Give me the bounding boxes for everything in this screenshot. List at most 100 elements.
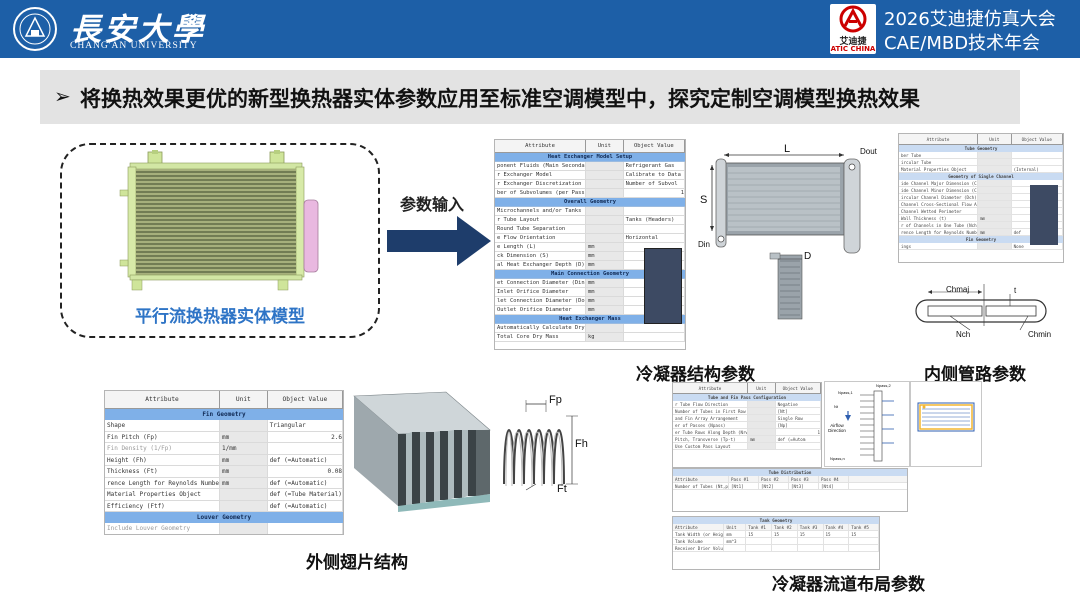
unit-cell[interactable]: mm: [586, 297, 624, 305]
unit-cell[interactable]: [978, 187, 1012, 193]
value-cell[interactable]: [1012, 159, 1063, 165]
tank-value-cell[interactable]: [772, 538, 798, 544]
unit-cell[interactable]: [220, 489, 268, 500]
value-cell[interactable]: [Nt]: [776, 408, 821, 414]
value-cell[interactable]: def (=Automatic): [268, 500, 343, 511]
value-cell[interactable]: Calibrate to Data: [624, 171, 685, 179]
value-cell[interactable]: [624, 207, 685, 215]
unit-cell[interactable]: [747, 408, 776, 414]
dist-row-p2[interactable]: [Nt2]: [759, 483, 789, 489]
value-cell[interactable]: Refrigerant Gas: [624, 162, 685, 170]
unit-cell[interactable]: mm: [586, 243, 624, 251]
unit-cell[interactable]: [747, 401, 776, 407]
tank-value-cell[interactable]: 15: [772, 531, 798, 537]
unit-cell[interactable]: [978, 201, 1012, 207]
unit-cell[interactable]: [586, 225, 624, 233]
value-cell[interactable]: Tanks (Headers): [624, 216, 685, 224]
dist-row-attr: Number of Tubes (Nt,pass): [675, 483, 729, 489]
tank-value-cell[interactable]: [772, 545, 798, 551]
unit-cell[interactable]: mm: [586, 288, 624, 296]
tank-value-cell[interactable]: [746, 538, 773, 544]
tank-unit-cell[interactable]: mm^3: [724, 538, 747, 544]
value-cell[interactable]: Single Row: [776, 415, 821, 421]
value-cell[interactable]: def (=Tube Material): [268, 489, 343, 500]
value-cell[interactable]: [776, 443, 821, 449]
value-cell[interactable]: Number of Subvol: [624, 180, 685, 188]
value-cell[interactable]: 1: [776, 429, 821, 435]
value-cell[interactable]: [Np]: [776, 422, 821, 428]
tank-value-cell[interactable]: 15: [798, 531, 824, 537]
dist-row-p1[interactable]: [Nt1]: [729, 483, 759, 489]
dist-row-p4[interactable]: [Nt4]: [819, 483, 849, 489]
unit-cell[interactable]: [586, 234, 624, 242]
value-cell[interactable]: Triangular: [268, 420, 343, 431]
unit-cell[interactable]: [978, 243, 1012, 249]
tank-value-cell[interactable]: [746, 545, 773, 551]
attribute-cell: rence Length for Reynolds Number: [107, 477, 221, 488]
unit-cell[interactable]: [978, 222, 1012, 228]
unit-cell[interactable]: mm: [220, 454, 268, 465]
unit-cell[interactable]: [747, 429, 776, 435]
value-cell[interactable]: Negative: [776, 401, 821, 407]
value-cell[interactable]: 1: [624, 189, 685, 197]
tank-unit-cell[interactable]: mm: [724, 531, 747, 537]
value-cell[interactable]: def (=Automatic): [268, 477, 343, 488]
unit-cell[interactable]: [586, 189, 624, 197]
value-cell[interactable]: [268, 443, 343, 454]
unit-cell[interactable]: [978, 208, 1012, 214]
unit-cell[interactable]: [586, 216, 624, 224]
tank-unit-cell[interactable]: [724, 545, 747, 551]
tank-value-cell[interactable]: 15: [746, 531, 773, 537]
value-cell[interactable]: def (=Autom: [776, 436, 821, 442]
unit-cell[interactable]: [978, 180, 1012, 186]
unit-cell[interactable]: [220, 523, 268, 534]
unit-cell[interactable]: [978, 159, 1012, 165]
tank-value-cell[interactable]: 15: [849, 531, 879, 537]
tank-value-cell[interactable]: [824, 545, 850, 551]
unit-cell[interactable]: [586, 180, 624, 188]
unit-cell[interactable]: mm: [220, 477, 268, 488]
value-cell[interactable]: (Internal): [1012, 166, 1063, 172]
unit-cell[interactable]: mm: [586, 261, 624, 269]
table-row: Fin Pitch (Fp) mm 2.6: [105, 431, 343, 443]
unit-cell[interactable]: [220, 500, 268, 511]
unit-cell[interactable]: [586, 207, 624, 215]
tank-value-cell[interactable]: [849, 545, 879, 551]
unit-cell[interactable]: [220, 420, 268, 431]
unit-cell[interactable]: [747, 415, 776, 421]
unit-cell[interactable]: [586, 324, 624, 332]
value-cell[interactable]: Horizontal: [624, 234, 685, 242]
tank-value-cell[interactable]: [824, 538, 850, 544]
unit-cell[interactable]: [747, 443, 776, 449]
unit-cell[interactable]: mm: [747, 436, 776, 442]
value-cell[interactable]: [1012, 152, 1063, 158]
tank-value-cell[interactable]: [798, 545, 824, 551]
value-cell[interactable]: 0.08: [268, 466, 343, 477]
unit-cell[interactable]: mm: [586, 306, 624, 314]
value-cell[interactable]: [624, 333, 685, 341]
dist-row-p3[interactable]: [Nt3]: [789, 483, 819, 489]
tank-value-cell[interactable]: 15: [824, 531, 850, 537]
value-cell[interactable]: [624, 225, 685, 233]
unit-cell[interactable]: kg: [586, 333, 624, 341]
tank-value-cell[interactable]: [849, 538, 879, 544]
value-cell[interactable]: 2.6: [268, 431, 343, 442]
unit-cell[interactable]: [978, 194, 1012, 200]
unit-cell[interactable]: mm: [978, 229, 1012, 235]
tank-value-cell[interactable]: [798, 538, 824, 544]
unit-cell[interactable]: mm: [220, 431, 268, 442]
unit-cell[interactable]: mm: [586, 279, 624, 287]
value-cell[interactable]: def (=Automatic): [268, 454, 343, 465]
unit-cell[interactable]: mm: [220, 466, 268, 477]
unit-cell[interactable]: [747, 422, 776, 428]
unit-cell[interactable]: mm: [586, 252, 624, 260]
unit-cell[interactable]: [586, 171, 624, 179]
unit-cell[interactable]: [586, 162, 624, 170]
unit-cell[interactable]: 1/mm: [220, 443, 268, 454]
unit-cell[interactable]: [978, 166, 1012, 172]
tank-header-attr: Attribute: [673, 524, 725, 530]
unit-cell[interactable]: mm: [978, 215, 1012, 221]
value-cell[interactable]: [268, 523, 343, 534]
unit-cell[interactable]: [978, 152, 1012, 158]
value-cell[interactable]: [624, 324, 685, 332]
